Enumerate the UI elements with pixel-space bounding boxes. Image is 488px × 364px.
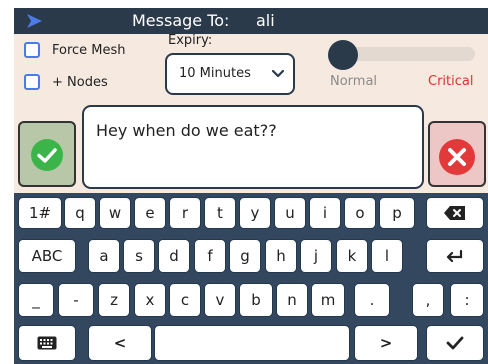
key-u[interactable]: u xyxy=(274,197,306,229)
key-d[interactable]: d xyxy=(158,239,190,273)
cursor-right-key[interactable]: > xyxy=(354,325,418,361)
message-input[interactable]: Hey when do we eat?? xyxy=(82,105,424,189)
recipient-name[interactable]: ali xyxy=(256,10,275,32)
key-h[interactable]: h xyxy=(265,239,297,273)
key-dash[interactable]: - xyxy=(58,283,94,317)
key-r[interactable]: r xyxy=(169,197,201,229)
key-x[interactable]: x xyxy=(134,283,166,317)
ok-key[interactable] xyxy=(426,325,484,361)
nodes-checkbox[interactable] xyxy=(24,74,40,90)
key-y[interactable]: y xyxy=(239,197,271,229)
key-v[interactable]: v xyxy=(204,283,236,317)
key-e[interactable]: e xyxy=(134,197,166,229)
expiry-label: Expiry: xyxy=(168,33,213,48)
send-button[interactable] xyxy=(18,121,76,187)
key-abc[interactable]: ABC xyxy=(18,239,76,273)
key-q[interactable]: q xyxy=(64,197,96,229)
key-g[interactable]: g xyxy=(229,239,261,273)
enter-key[interactable] xyxy=(426,239,484,273)
send-arrow-icon xyxy=(27,14,42,28)
keyboard-toggle-key[interactable] xyxy=(18,325,76,361)
key-c[interactable]: c xyxy=(169,283,201,317)
key-s[interactable]: s xyxy=(123,239,155,273)
key-b[interactable]: b xyxy=(239,283,273,317)
key-t[interactable]: t xyxy=(204,197,236,229)
key-a[interactable]: a xyxy=(88,239,120,273)
enter-icon xyxy=(446,249,463,263)
app-window: Message To: ali Force Mesh + Nodes Expir… xyxy=(0,0,488,364)
key-p[interactable]: p xyxy=(379,197,415,229)
force-mesh-checkbox[interactable] xyxy=(24,42,40,58)
key-w[interactable]: w xyxy=(99,197,131,229)
key-m[interactable]: m xyxy=(311,283,345,317)
expiry-value: 10 Minutes xyxy=(179,66,251,81)
key-colon[interactable]: : xyxy=(450,283,484,317)
space-key[interactable] xyxy=(154,325,350,361)
cursor-left-key[interactable]: < xyxy=(88,325,152,361)
message-options: Force Mesh + Nodes Expiry: 10 Minutes No… xyxy=(14,33,488,103)
force-mesh-label: Force Mesh xyxy=(52,43,126,58)
key-comma[interactable]: , xyxy=(412,283,444,317)
key-1hash[interactable]: 1# xyxy=(18,197,62,229)
compose-row: Hey when do we eat?? xyxy=(14,103,488,193)
key-underscore[interactable]: _ xyxy=(18,283,54,317)
backspace-icon xyxy=(444,206,465,220)
key-n[interactable]: n xyxy=(276,283,308,317)
message-text: Hey when do we eat?? xyxy=(96,121,277,140)
onscreen-keyboard: 1# q w e r t y u i o p ABC a s d f g h j… xyxy=(14,193,488,364)
backspace-key[interactable] xyxy=(426,197,484,229)
cancel-button[interactable] xyxy=(428,121,486,187)
key-k[interactable]: k xyxy=(336,239,368,273)
chevron-down-icon xyxy=(271,69,285,78)
expiry-dropdown[interactable]: 10 Minutes xyxy=(165,53,295,95)
priority-slider-thumb[interactable] xyxy=(328,40,358,70)
key-l[interactable]: l xyxy=(371,239,403,273)
key-z[interactable]: z xyxy=(98,283,130,317)
header-title: Message To: xyxy=(132,11,230,30)
key-f[interactable]: f xyxy=(194,239,226,273)
keyboard-icon xyxy=(37,336,57,350)
checkmark-icon xyxy=(446,336,464,350)
priority-normal-label: Normal xyxy=(330,74,378,89)
nodes-label: + Nodes xyxy=(52,75,108,90)
close-icon xyxy=(439,139,475,175)
message-header: Message To: ali xyxy=(14,8,488,34)
key-period[interactable]: . xyxy=(354,283,390,317)
key-j[interactable]: j xyxy=(300,239,332,273)
key-i[interactable]: i xyxy=(309,197,341,229)
key-o[interactable]: o xyxy=(344,197,376,229)
priority-critical-label: Critical xyxy=(428,74,474,89)
check-icon xyxy=(31,139,63,171)
